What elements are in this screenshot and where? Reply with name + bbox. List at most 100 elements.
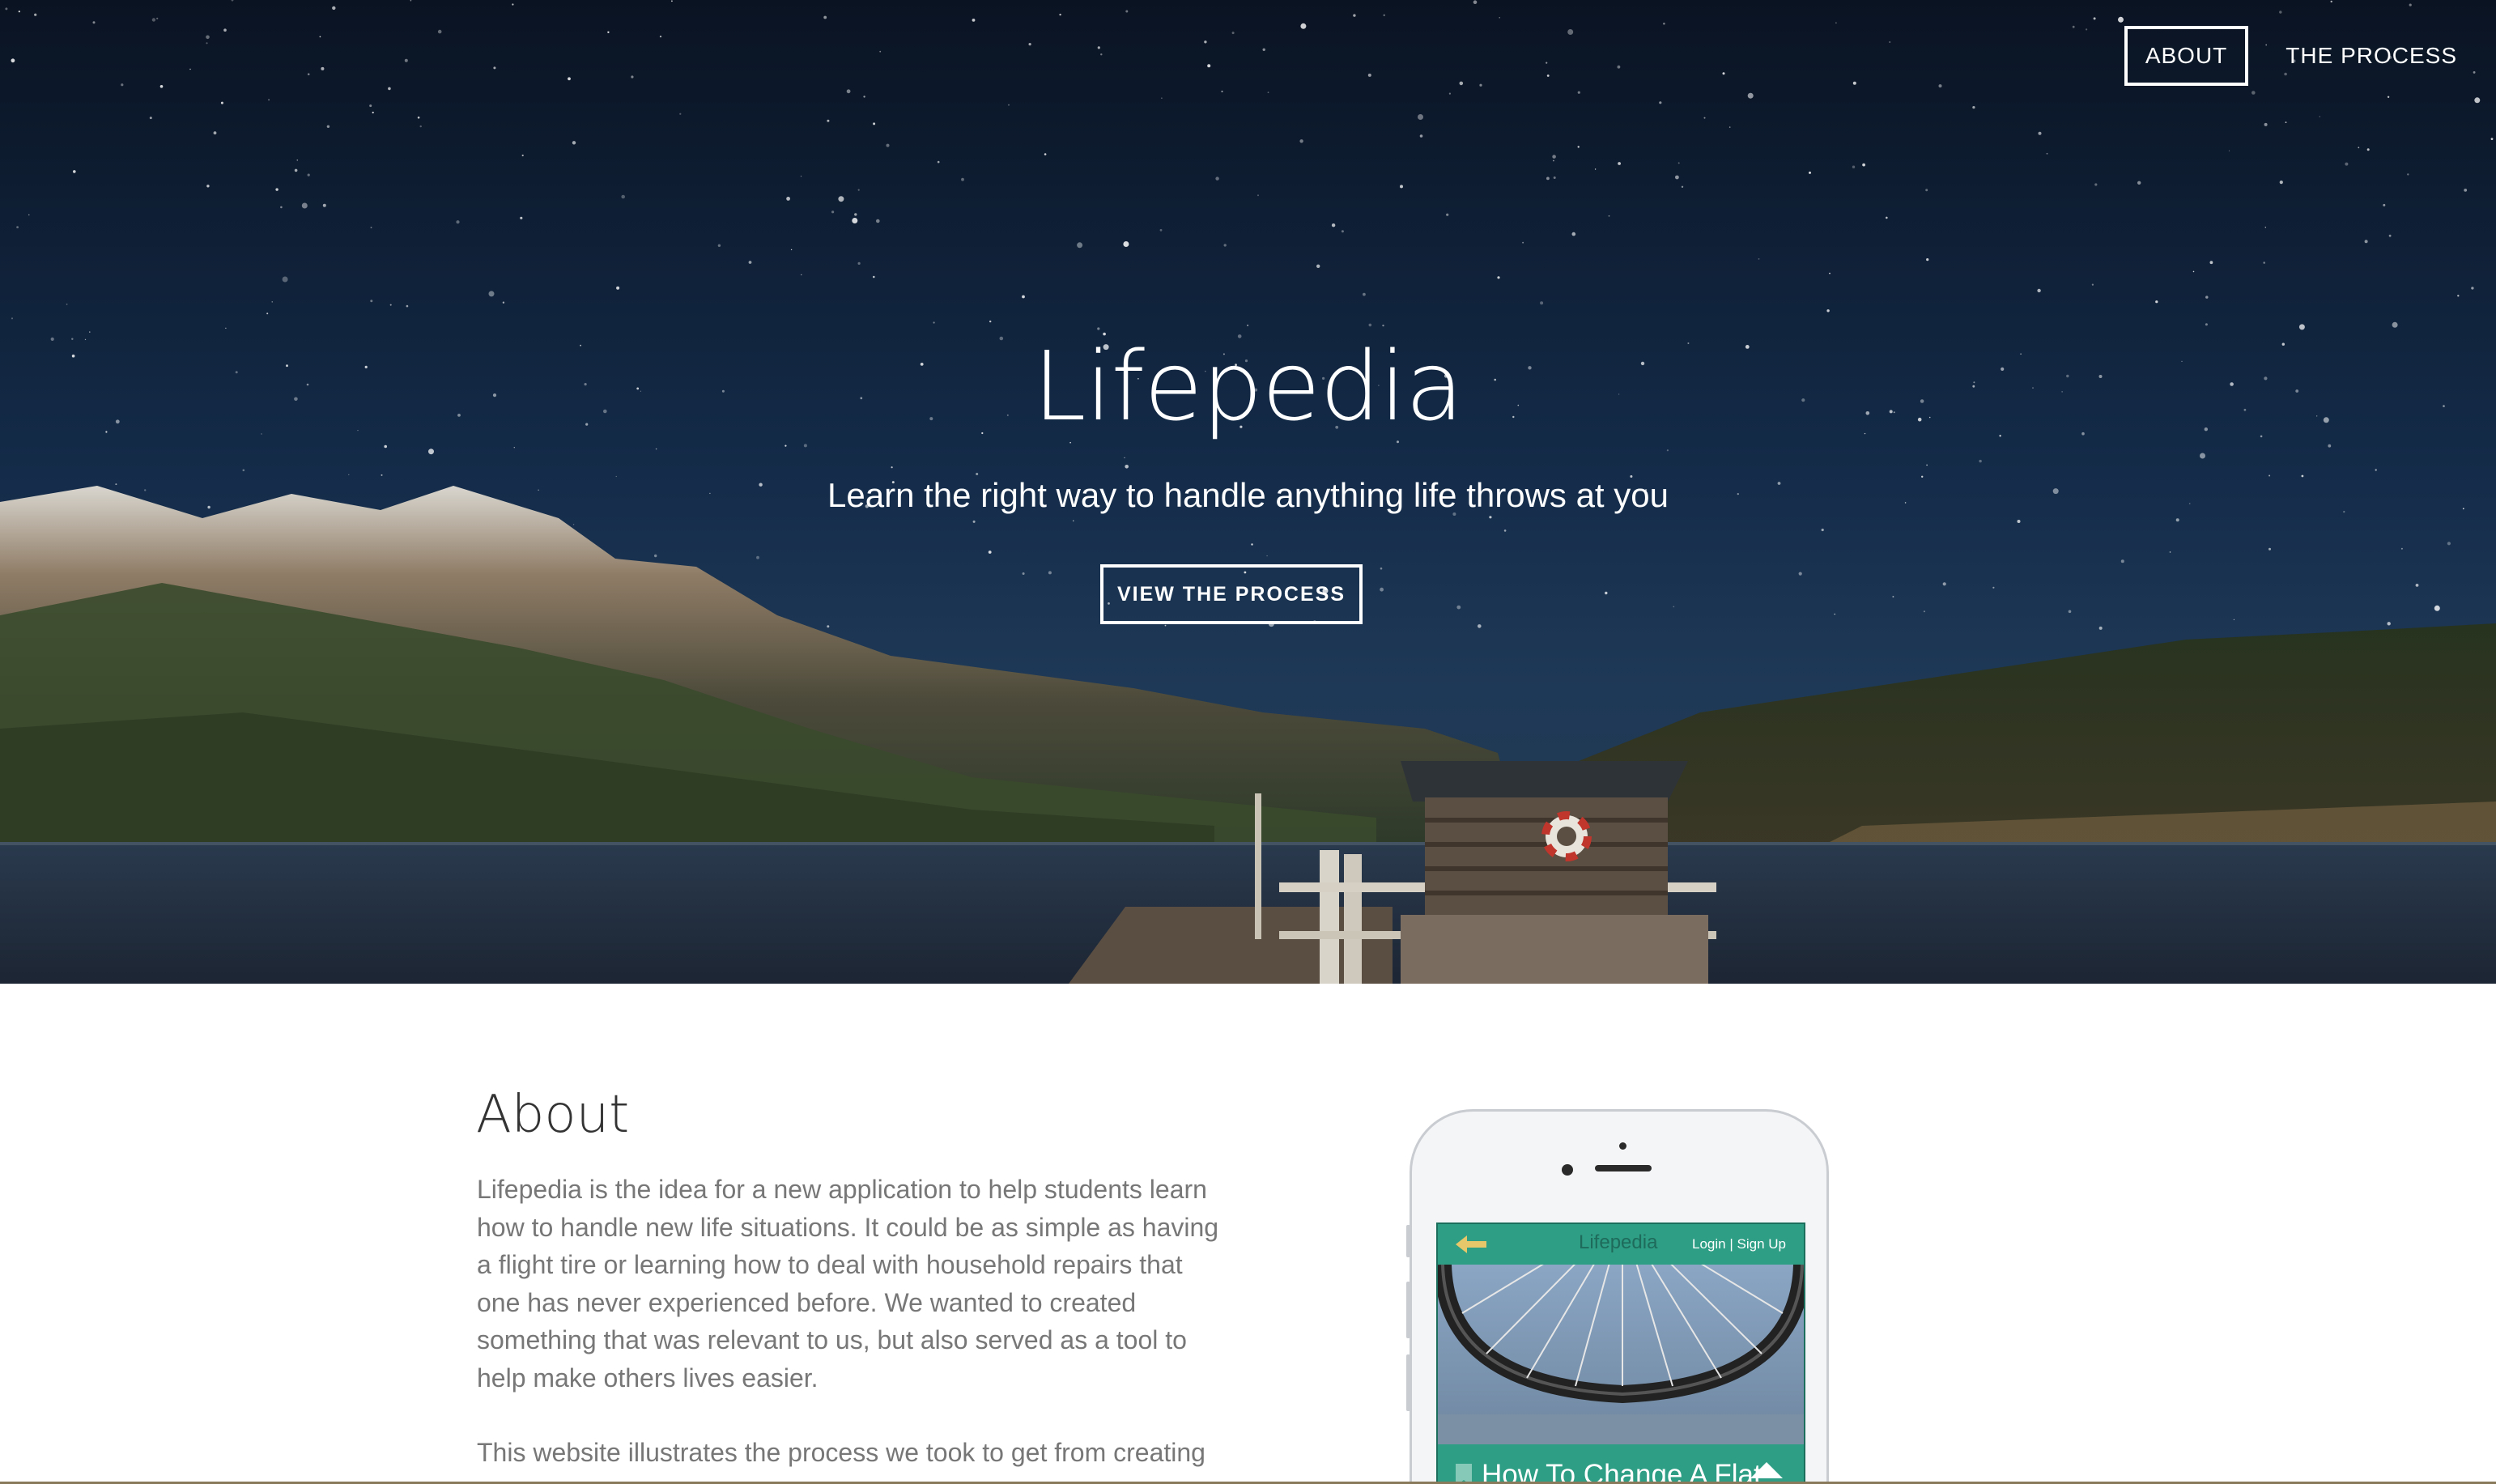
star <box>891 466 893 469</box>
star <box>1341 230 1344 233</box>
star <box>621 194 625 199</box>
star <box>319 36 321 38</box>
star <box>1164 624 1167 627</box>
star <box>1489 516 1492 519</box>
star <box>2094 183 2098 186</box>
hero-section: ABOUT THE PROCESS Lifepedia Learn the ri… <box>0 0 2496 984</box>
star <box>857 189 860 191</box>
star <box>206 42 208 45</box>
star <box>520 216 523 219</box>
star <box>1673 606 1675 608</box>
star <box>2387 622 2391 626</box>
star <box>2474 97 2481 104</box>
star <box>1380 567 1383 570</box>
star <box>2200 453 2205 459</box>
star <box>654 554 657 558</box>
back-arrow-icon <box>1456 1235 1486 1253</box>
star <box>1367 73 1371 77</box>
star <box>1666 449 1669 452</box>
star <box>2415 584 2419 587</box>
star <box>1577 146 1580 148</box>
star <box>1300 23 1307 29</box>
star <box>2017 520 2021 523</box>
star <box>1992 586 1995 589</box>
star <box>322 203 326 207</box>
star <box>2366 148 2370 151</box>
star <box>280 206 283 209</box>
star <box>1942 582 1946 586</box>
star <box>1659 101 1662 104</box>
star <box>1925 189 1928 192</box>
star <box>242 469 245 472</box>
star <box>831 210 835 214</box>
star <box>1418 114 1423 120</box>
star <box>1798 572 1802 576</box>
star <box>933 321 935 324</box>
nav-item-about[interactable]: ABOUT <box>2124 26 2249 86</box>
star <box>2137 181 2141 185</box>
star <box>332 6 336 11</box>
star <box>417 116 420 119</box>
login-link: Login <box>1692 1236 1726 1252</box>
star <box>2252 91 2256 95</box>
star <box>2118 16 2124 23</box>
star <box>502 301 505 304</box>
star <box>1758 258 1760 260</box>
star <box>1400 185 1403 189</box>
phone-side-button <box>1406 1354 1410 1411</box>
star <box>5 7 8 11</box>
star <box>1889 40 1891 44</box>
star <box>1223 244 1227 247</box>
star <box>1675 175 1679 180</box>
star <box>2279 181 2283 185</box>
view-the-process-button[interactable]: VIEW THE PROCESS <box>1100 564 1363 624</box>
about-text: Lifepedia is the idea for a new applicat… <box>477 1171 1222 1484</box>
star <box>2298 324 2305 330</box>
card-title: How To Change A Flat <box>1482 1459 1762 1484</box>
star <box>66 304 68 305</box>
star <box>852 218 858 223</box>
star <box>1567 29 1574 35</box>
star <box>1571 232 1576 236</box>
star <box>2388 234 2392 237</box>
star <box>149 117 152 120</box>
star <box>1161 97 1163 99</box>
star <box>2490 138 2494 141</box>
star <box>225 327 227 329</box>
star <box>785 444 787 447</box>
star <box>307 173 310 176</box>
star <box>1363 292 1366 296</box>
star <box>1097 46 1100 49</box>
star <box>873 122 876 125</box>
star <box>616 286 620 290</box>
star <box>1077 242 1083 249</box>
star <box>879 50 882 53</box>
star <box>1008 104 1010 106</box>
star <box>388 87 391 91</box>
star <box>2364 240 2368 244</box>
star <box>1553 176 1556 179</box>
star <box>655 448 657 450</box>
star <box>488 291 495 297</box>
upvote-icon <box>1750 1462 1783 1478</box>
star <box>1617 65 1621 69</box>
star <box>972 520 976 523</box>
star <box>988 551 992 554</box>
star <box>976 473 979 475</box>
nav-item-the-process[interactable]: THE PROCESS <box>2263 26 2480 86</box>
star <box>1028 43 1031 46</box>
star <box>370 300 373 303</box>
star <box>1681 185 1684 188</box>
star <box>1618 162 1621 165</box>
star <box>2086 28 2088 31</box>
star <box>1247 325 1248 326</box>
star <box>1546 62 1548 64</box>
star <box>389 304 392 306</box>
star <box>827 625 830 628</box>
star <box>2091 283 2094 286</box>
star <box>2471 287 2474 290</box>
star <box>1221 90 1223 93</box>
star <box>1497 276 1500 279</box>
star <box>1594 168 1597 170</box>
star <box>1499 17 1500 19</box>
